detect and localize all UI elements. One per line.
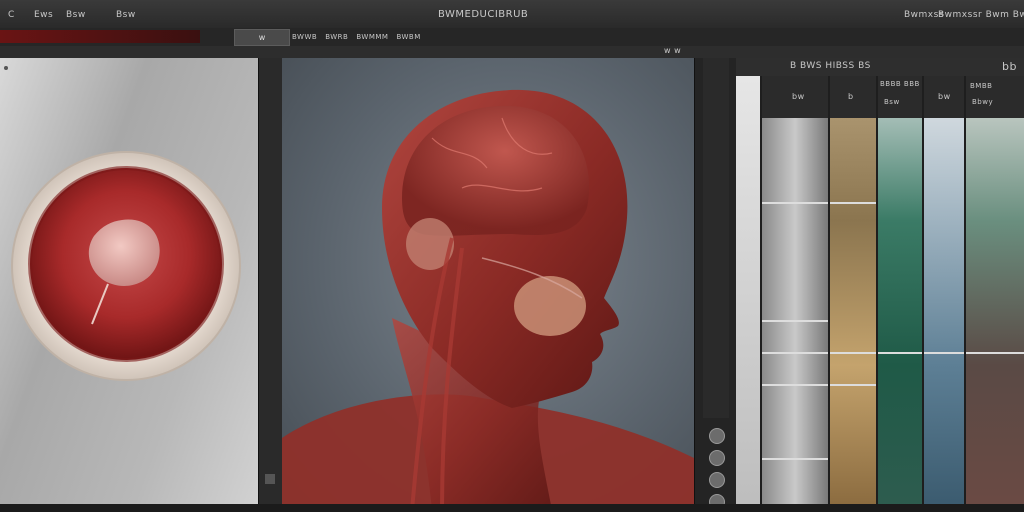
status-bar bbox=[0, 504, 1024, 512]
layer-icon[interactable] bbox=[709, 472, 725, 488]
swatch-column-2[interactable]: b bbox=[830, 76, 876, 510]
sub-toolbar: w w bbox=[0, 46, 1024, 58]
column-2-header: b bbox=[830, 76, 876, 118]
column-4-divider bbox=[924, 352, 964, 354]
ribbon-item-2[interactable]: BWRB bbox=[325, 33, 348, 41]
column-5-sub-label: Bbwy bbox=[972, 98, 994, 106]
column-1-divider-2 bbox=[762, 320, 828, 322]
sub-toolbar-label: w w bbox=[664, 46, 682, 55]
scroll-handle[interactable] bbox=[265, 474, 275, 484]
anatomy-head-image bbox=[282, 89, 694, 510]
column-2-head-label: b bbox=[848, 92, 854, 101]
title-right-right: Bwmxssr Bwm Bwww bbox=[938, 10, 1024, 20]
specimen-panel bbox=[0, 58, 261, 504]
swatch-column-1[interactable]: bw bbox=[762, 76, 828, 510]
menu-item-d[interactable]: Bsw bbox=[116, 10, 136, 20]
column-4-head-label: bw bbox=[938, 92, 951, 101]
ribbon-button[interactable]: w bbox=[234, 29, 290, 46]
brush-icon[interactable] bbox=[709, 450, 725, 466]
panel-top-right-label: bb bbox=[1002, 60, 1017, 73]
panel-corner-marker bbox=[4, 66, 8, 70]
column-3-divider bbox=[878, 352, 922, 354]
tool-strip bbox=[694, 58, 737, 510]
red-progress-bar bbox=[0, 30, 200, 43]
ribbon-item-3[interactable]: BWMMM bbox=[356, 33, 388, 41]
eye-icon[interactable] bbox=[709, 428, 725, 444]
anatomy-viewport[interactable] bbox=[282, 58, 694, 510]
column-1-divider bbox=[762, 202, 828, 204]
swatch-column-4[interactable]: bw bbox=[924, 76, 964, 510]
swatch-column-3[interactable]: BBBB BBB Bsw bbox=[878, 76, 922, 510]
column-2-divider-2 bbox=[830, 352, 876, 354]
column-scroll-ruler[interactable] bbox=[736, 76, 760, 510]
column-1-divider-5 bbox=[762, 458, 828, 460]
column-3-head-label: BBBB BBB bbox=[880, 80, 920, 88]
column-5-divider bbox=[966, 352, 1024, 354]
column-5-header: BMBB Bbwy bbox=[966, 76, 1024, 118]
column-4-header: bw bbox=[924, 76, 964, 118]
swatch-column-5[interactable]: BMBB Bbwy bbox=[966, 76, 1024, 510]
column-1-header: bw bbox=[762, 76, 828, 118]
column-2-divider bbox=[830, 202, 876, 204]
title-bar: C Ews Bsw Bsw BWMEDUCIBRUB Bwmxss Bwmxss… bbox=[0, 0, 1024, 29]
ribbon-item-4[interactable]: BWBM bbox=[396, 33, 420, 41]
ribbon-item-1[interactable]: BWWB bbox=[292, 33, 317, 41]
column-5-head-label: BMBB bbox=[970, 82, 993, 90]
menu-item-a[interactable]: C bbox=[8, 10, 15, 20]
column-3-header: BBBB BBB Bsw bbox=[878, 76, 922, 118]
menu-item-c[interactable]: Bsw bbox=[66, 10, 86, 20]
specimen-image bbox=[11, 151, 241, 381]
column-1-divider-3 bbox=[762, 352, 828, 354]
column-3-sub-label: Bsw bbox=[884, 98, 900, 106]
ribbon-button-label: w bbox=[258, 33, 266, 42]
column-1-divider-4 bbox=[762, 384, 828, 386]
panel-search-label: B BWS HIBSS BS bbox=[790, 61, 871, 71]
tool-strip-track bbox=[703, 58, 729, 418]
window-title: BWMEDUCIBRUB bbox=[438, 9, 529, 20]
left-scrollbar[interactable] bbox=[258, 58, 284, 504]
menu-item-b[interactable]: Ews bbox=[34, 10, 53, 20]
layers-panel-header: B BWS HIBSS BS bb bbox=[736, 58, 1024, 76]
column-2-divider-3 bbox=[830, 384, 876, 386]
column-1-head-label: bw bbox=[792, 92, 805, 101]
ribbon-items: BWWB BWRB BWMMM BWBM bbox=[292, 32, 512, 42]
